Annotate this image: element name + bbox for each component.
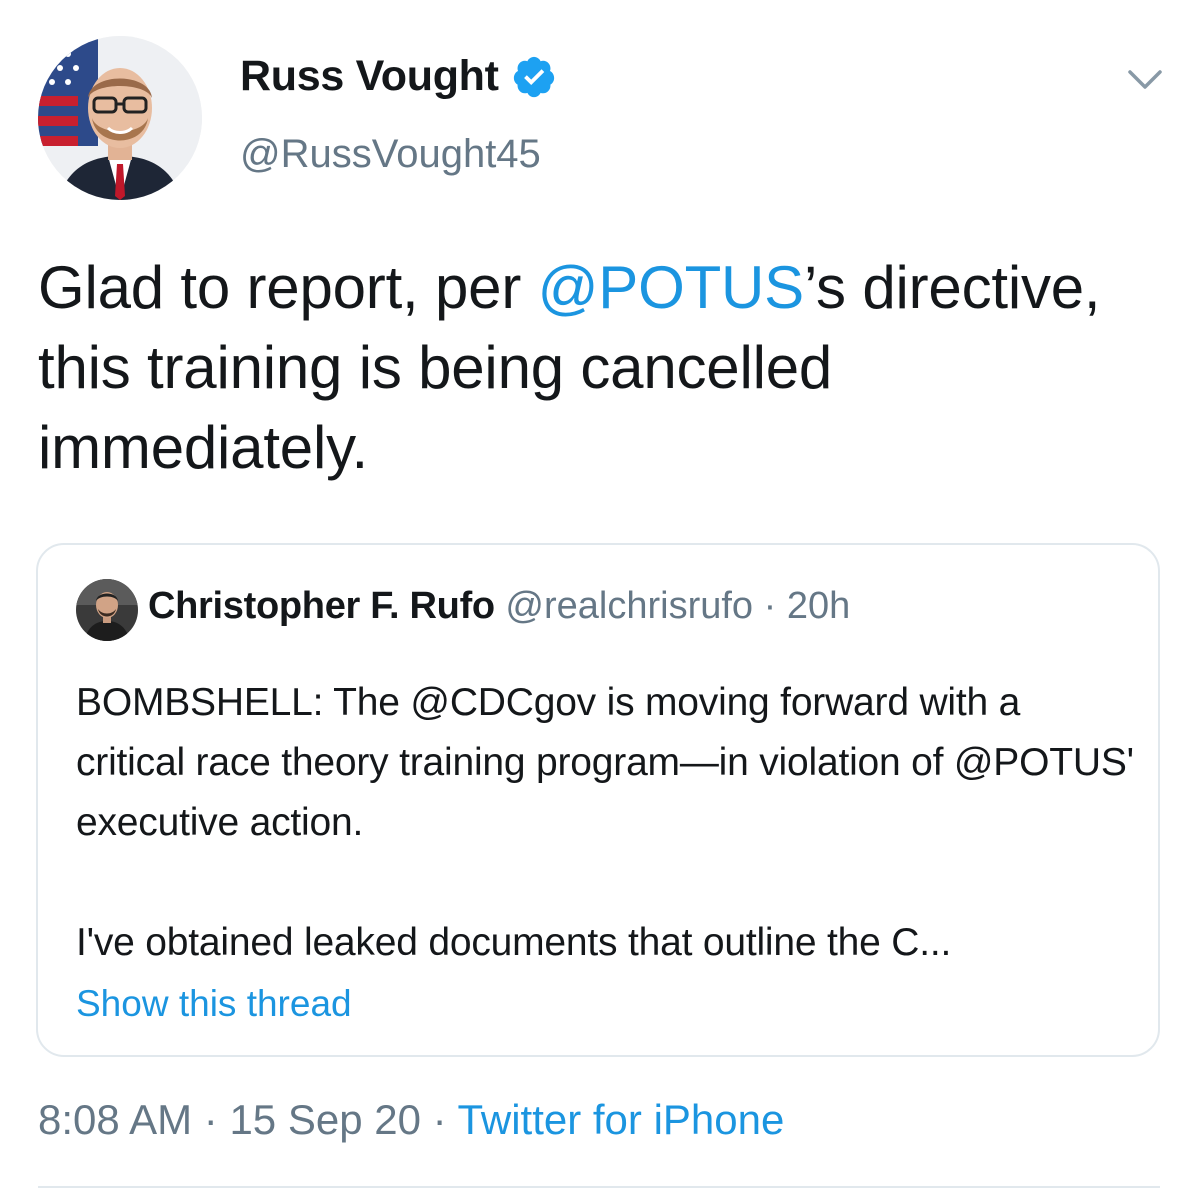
author-handle[interactable]: @RussVought45	[240, 132, 541, 177]
quoted-tweet-text: BOMBSHELL: The @CDCgov is moving forward…	[76, 673, 1136, 973]
divider	[38, 1186, 1160, 1188]
tweet-text-before: Glad to report, per	[38, 254, 538, 321]
tweet-container: Russ Vought @RussVought45 Glad to report…	[0, 0, 1198, 1200]
verified-badge-icon	[513, 56, 554, 97]
author-avatar[interactable]	[38, 36, 202, 200]
author-display-name[interactable]: Russ Vought	[240, 52, 499, 101]
quoted-tweet-header: Christopher F. Rufo @realchrisrufo · 20h	[148, 585, 850, 628]
author-avatar-image	[38, 36, 202, 200]
quoted-author-avatar-image	[76, 579, 138, 641]
meta-separator-1: ·	[192, 1096, 230, 1143]
show-thread-link[interactable]: Show this thread	[76, 983, 352, 1025]
quoted-tweet-paragraph-2: I've obtained leaked documents that outl…	[76, 921, 952, 964]
quoted-author-name[interactable]: Christopher F. Rufo	[148, 585, 495, 627]
tweet-timestamp[interactable]: 8:08 AM	[38, 1096, 192, 1143]
quoted-tweet-time: 20h	[786, 585, 851, 627]
tweet-meta: 8:08 AM · 15 Sep 20 · Twitter for iPhone	[38, 1096, 784, 1144]
quoted-tweet-paragraph-1: BOMBSHELL: The @CDCgov is moving forward…	[76, 681, 1134, 844]
quoted-header-separator: ·	[763, 585, 777, 627]
tweet-source-link[interactable]: Twitter for iPhone	[458, 1096, 785, 1143]
tweet-text: Glad to report, per @POTUS’s directive, …	[38, 248, 1158, 488]
tweet-menu-button[interactable]	[1122, 60, 1168, 98]
chevron-down-icon	[1128, 70, 1162, 89]
potus-mention-link[interactable]: @POTUS	[538, 254, 805, 321]
quoted-author-handle[interactable]: @realchrisrufo	[505, 585, 753, 627]
quoted-tweet-card[interactable]: Christopher F. Rufo @realchrisrufo · 20h…	[36, 543, 1160, 1057]
meta-separator-2: ·	[420, 1096, 458, 1143]
tweet-date[interactable]: 15 Sep 20	[229, 1096, 421, 1143]
quoted-author-avatar[interactable]	[76, 579, 138, 641]
author-name-row: Russ Vought	[240, 52, 557, 101]
